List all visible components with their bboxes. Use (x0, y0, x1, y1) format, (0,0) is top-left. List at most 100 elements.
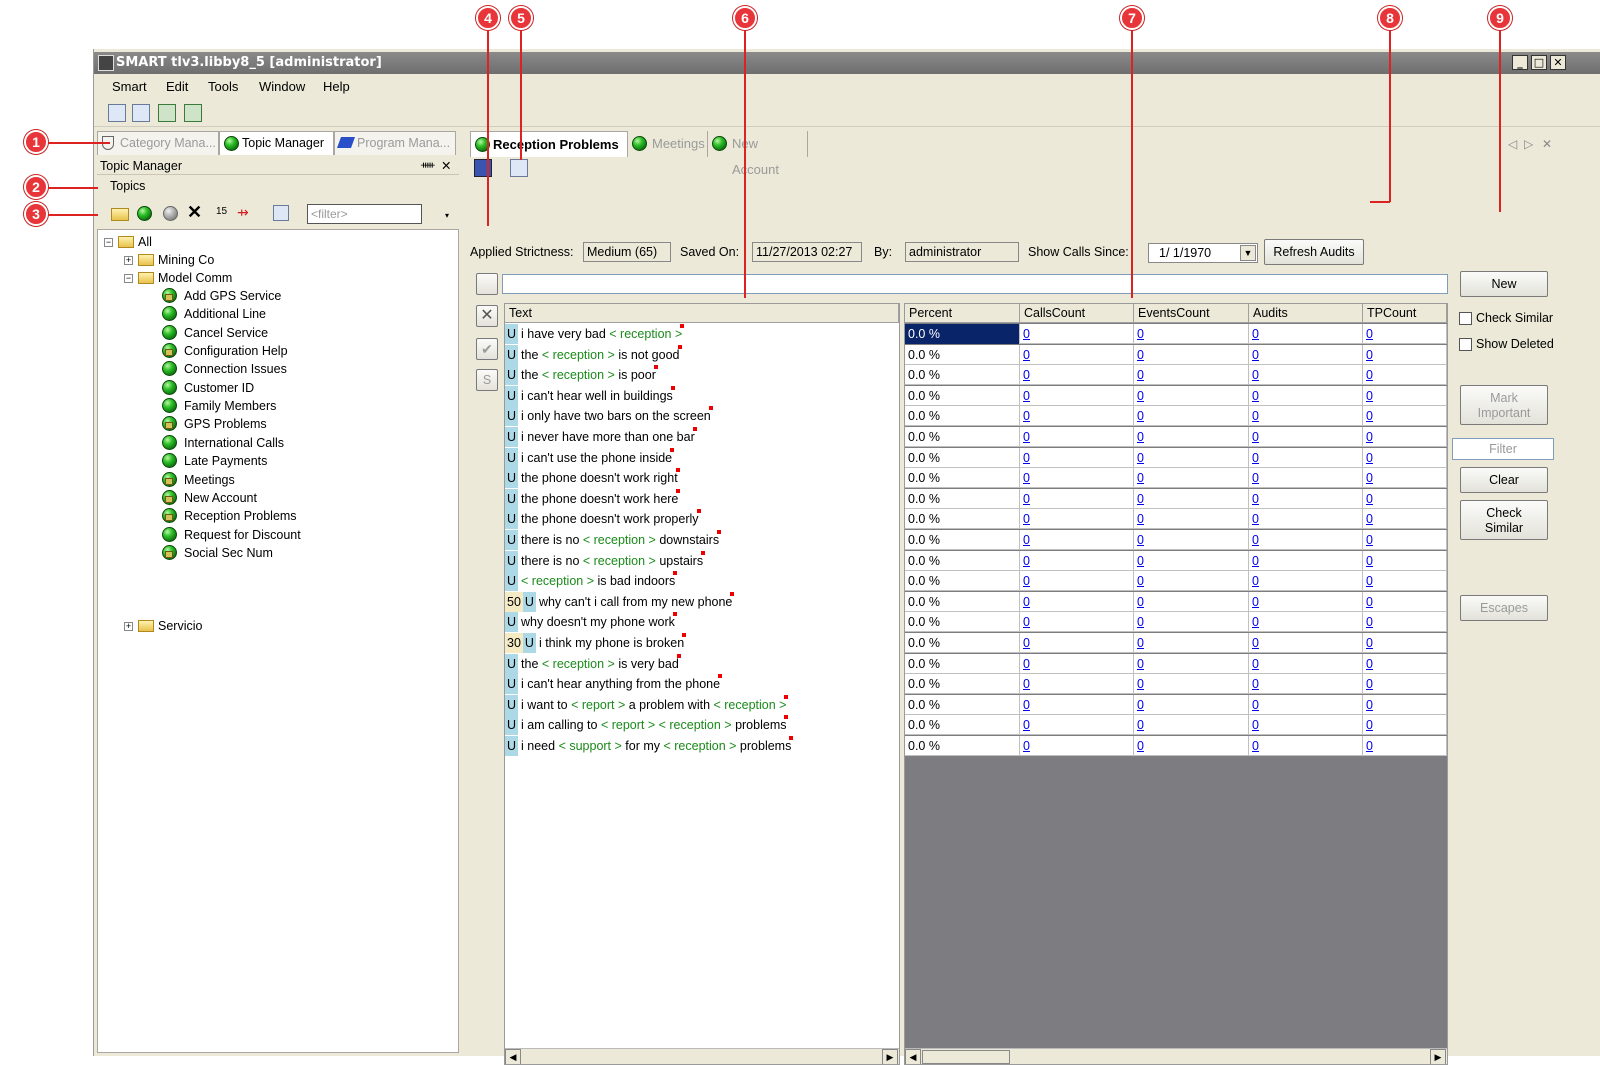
phrase-input[interactable] (502, 274, 1448, 294)
tree-topic-item[interactable]: New Account (162, 489, 257, 507)
count-link[interactable]: 0 (1366, 615, 1373, 629)
tree-folder-model-comm[interactable]: Model Comm (138, 269, 232, 287)
stats-column-header[interactable]: CallsCount (1020, 304, 1134, 323)
count-cell[interactable]: 0 (1020, 653, 1134, 674)
phrase-row[interactable]: Ui only have two bars on the screen (505, 406, 713, 427)
count-link[interactable]: 0 (1366, 451, 1373, 465)
count-link[interactable]: 0 (1252, 492, 1259, 506)
tree-topic-item[interactable]: Reception Problems (162, 507, 297, 525)
count-cell[interactable]: 0 (1363, 488, 1447, 509)
phrase-row[interactable]: Ui can't use the phone inside (505, 447, 675, 468)
collapse-icon[interactable]: − (124, 274, 133, 283)
count-link[interactable]: 0 (1252, 389, 1259, 403)
count-cell[interactable]: 0 (1020, 694, 1134, 715)
count-link[interactable]: 0 (1023, 595, 1030, 609)
count-link[interactable]: 0 (1366, 636, 1373, 650)
count-link[interactable]: 0 (1252, 677, 1259, 691)
count-cell[interactable]: 0 (1363, 633, 1447, 653)
refresh-audits-button[interactable]: Refresh Audits (1264, 239, 1364, 265)
count-cell[interactable]: 0 (1020, 447, 1134, 468)
count-link[interactable]: 0 (1023, 368, 1030, 382)
count-cell[interactable]: 0 (1249, 674, 1363, 695)
count-link[interactable]: 0 (1366, 739, 1373, 753)
count-link[interactable]: 0 (1252, 409, 1259, 423)
stats-row[interactable]: 0.0 % 0 0 0 0 (905, 550, 1447, 571)
count-link[interactable]: 0 (1023, 698, 1030, 712)
count-link[interactable]: 0 (1023, 636, 1030, 650)
count-link[interactable]: 0 (1023, 554, 1030, 568)
phrase-row[interactable]: Uthe phone doesn't work right (505, 468, 680, 489)
count-cell[interactable]: 0 (1134, 633, 1249, 653)
count-link[interactable]: 0 (1137, 615, 1144, 629)
count-cell[interactable]: 0 (1020, 488, 1134, 509)
count-cell[interactable]: 0 (1249, 694, 1363, 715)
topic-filter-input[interactable]: <filter> (307, 204, 422, 224)
count-link[interactable]: 0 (1252, 554, 1259, 568)
show-deleted-checkbox[interactable] (1459, 338, 1472, 351)
phrase-row[interactable]: Uthe < reception > is poor (505, 365, 658, 386)
stats-hscroll[interactable]: ◀ ▶ (905, 1048, 1447, 1064)
overflow-chevron-icon[interactable]: ▾ (445, 211, 449, 220)
count-cell[interactable]: 0 (1020, 406, 1134, 427)
count-cell[interactable]: 0 (1363, 736, 1447, 756)
count-link[interactable]: 0 (1137, 430, 1144, 444)
count-link[interactable]: 0 (1252, 471, 1259, 485)
count-cell[interactable]: 0 (1363, 447, 1447, 468)
stats-row[interactable]: 0.0 % 0 0 0 0 (905, 324, 1447, 344)
stats-row[interactable]: 0.0 % 0 0 0 0 (905, 406, 1447, 427)
count-link[interactable]: 0 (1366, 327, 1373, 341)
stats-row[interactable]: 0.0 % 0 0 0 0 (905, 488, 1447, 509)
count-cell[interactable]: 0 (1020, 509, 1134, 530)
count-cell[interactable]: 0 (1134, 736, 1249, 756)
count-link[interactable]: 0 (1252, 368, 1259, 382)
phrase-row[interactable]: 30 Ui think my phone is broken (505, 633, 687, 653)
count-cell[interactable]: 0 (1363, 550, 1447, 571)
count-cell[interactable]: 0 (1134, 653, 1249, 674)
tab-reception-problems[interactable]: Reception Problems (470, 131, 628, 157)
count-cell[interactable]: 0 (1249, 509, 1363, 530)
phrase-hscroll[interactable]: ◀ ▶ (505, 1048, 899, 1064)
stats-row[interactable]: 0.0 % 0 0 0 0 (905, 571, 1447, 592)
menu-edit[interactable]: Edit (166, 79, 188, 94)
count-link[interactable]: 0 (1137, 677, 1144, 691)
count-link[interactable]: 0 (1252, 698, 1259, 712)
stats-row[interactable]: 0.0 % 0 0 0 0 (905, 468, 1447, 489)
count-cell[interactable]: 0 (1020, 736, 1134, 756)
count-cell[interactable]: 0 (1134, 468, 1249, 489)
scroll-thumb[interactable] (922, 1050, 1010, 1064)
tree-node-all[interactable]: All (118, 233, 152, 251)
phrase-row[interactable]: Ui have very bad < reception > (505, 324, 685, 344)
phrase-row[interactable]: U < reception > is bad indoors (505, 571, 678, 592)
tree-folder-mining-co[interactable]: Mining Co (138, 251, 214, 269)
count-link[interactable]: 0 (1023, 657, 1030, 671)
count-cell[interactable]: 0 (1020, 365, 1134, 386)
text-column-header[interactable]: Text (505, 304, 899, 323)
scroll-left-icon[interactable]: ◀ (505, 1049, 521, 1064)
tab-meetings[interactable]: Meetings (630, 131, 708, 157)
count-link[interactable]: 0 (1252, 739, 1259, 753)
count-link[interactable]: 0 (1366, 471, 1373, 485)
count-cell[interactable]: 0 (1363, 653, 1447, 674)
report-icon[interactable] (510, 159, 528, 177)
count-link[interactable]: 0 (1023, 430, 1030, 444)
count-cell[interactable]: 0 (1020, 427, 1134, 447)
escapes-button[interactable]: Escapes (1460, 595, 1548, 621)
count-link[interactable]: 0 (1252, 636, 1259, 650)
filter-input[interactable]: Filter (1452, 438, 1554, 460)
count-cell[interactable]: 0 (1249, 468, 1363, 489)
count-cell[interactable]: 0 (1249, 447, 1363, 468)
close-window-button[interactable]: ✕ (1550, 55, 1566, 70)
pin-icon[interactable]: ᚔ (421, 157, 435, 175)
stats-row[interactable]: 0.0 % 0 0 0 0 (905, 591, 1447, 612)
phrase-row[interactable]: 50 Uwhy can't i call from my new phone (505, 591, 735, 612)
stats-row[interactable]: 0.0 % 0 0 0 0 (905, 344, 1447, 365)
delete-icon[interactable]: ✕ (187, 202, 202, 223)
tree-topic-item[interactable]: Late Payments (162, 452, 267, 470)
count-link[interactable]: 0 (1023, 327, 1030, 341)
menu-tools[interactable]: Tools (208, 79, 238, 94)
count-cell[interactable]: 0 (1249, 715, 1363, 736)
count-link[interactable]: 0 (1023, 389, 1030, 403)
stats-row[interactable]: 0.0 % 0 0 0 0 (905, 612, 1447, 633)
stats-row[interactable]: 0.0 % 0 0 0 0 (905, 365, 1447, 386)
count-cell[interactable]: 0 (1363, 715, 1447, 736)
